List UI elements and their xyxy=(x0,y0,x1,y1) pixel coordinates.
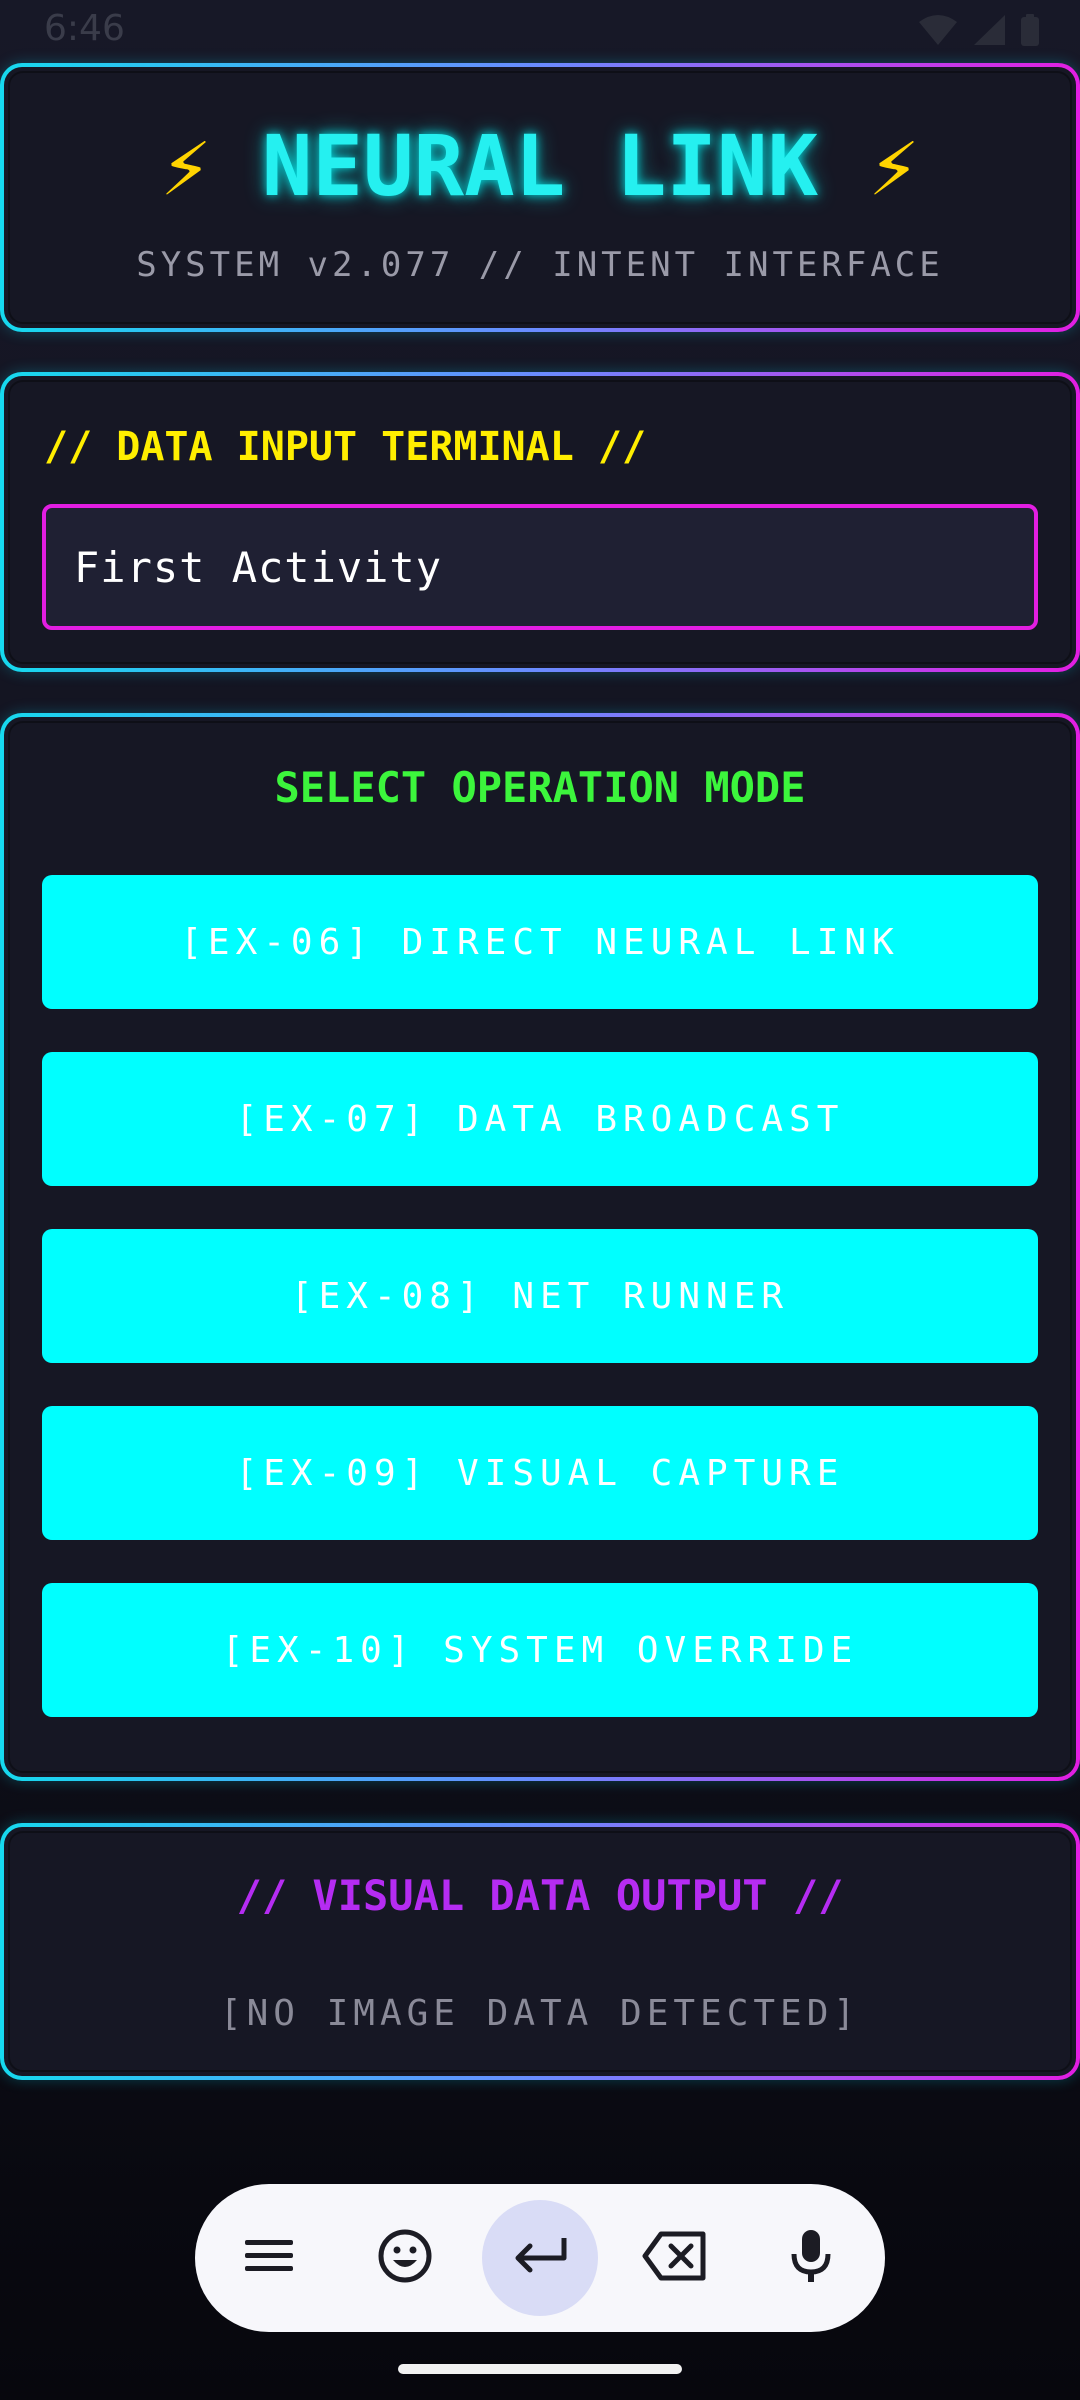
keyboard-toolbar xyxy=(195,2184,885,2332)
operation-mode-heading: SELECT OPERATION MODE xyxy=(274,763,806,812)
app-subtitle: SYSTEM v2.077 // INTENT INTERFACE xyxy=(136,245,944,285)
net-runner-button[interactable]: [EX-08] NET RUNNER xyxy=(42,1229,1038,1363)
signal-icon xyxy=(972,14,1006,50)
microphone-key[interactable] xyxy=(753,2200,869,2316)
input-heading: // DATA INPUT TERMINAL // xyxy=(44,424,647,470)
terminal-input-field[interactable] xyxy=(42,504,1038,630)
enter-key[interactable] xyxy=(482,2200,598,2316)
status-time: 6:46 xyxy=(44,8,125,49)
direct-neural-link-button[interactable]: [EX-06] DIRECT NEURAL LINK xyxy=(42,875,1038,1009)
visual-capture-button[interactable]: [EX-09] VISUAL CAPTURE xyxy=(42,1406,1038,1540)
home-indicator[interactable] xyxy=(398,2364,682,2374)
status-bar: 6:46 xyxy=(0,0,1080,60)
menu-icon xyxy=(243,2236,295,2280)
system-override-button[interactable]: [EX-10] SYSTEM OVERRIDE xyxy=(42,1583,1038,1717)
app-title: ⚡ NEURAL LINK ⚡ xyxy=(4,117,1076,215)
lightning-bolt-icon: ⚡ xyxy=(868,117,920,215)
header-panel: ⚡ NEURAL LINK ⚡ SYSTEM v2.077 // INTENT … xyxy=(0,63,1080,332)
emoji-key[interactable] xyxy=(347,2200,463,2316)
visual-output-heading: // VISUAL DATA OUTPUT // xyxy=(236,1871,844,1920)
menu-key[interactable] xyxy=(211,2200,327,2316)
status-icons xyxy=(918,14,1040,50)
battery-icon xyxy=(1020,14,1040,50)
data-broadcast-button[interactable]: [EX-07] DATA BROADCAST xyxy=(42,1052,1038,1186)
wifi-icon xyxy=(918,14,958,50)
operation-mode-panel-inner: SELECT OPERATION MODE [EX-06] DIRECT NEU… xyxy=(4,717,1076,1777)
backspace-icon xyxy=(641,2230,709,2286)
enter-icon xyxy=(510,2234,570,2282)
lightning-bolt-icon: ⚡ xyxy=(160,117,212,215)
mic-icon xyxy=(789,2228,833,2288)
operation-mode-buttons: [EX-06] DIRECT NEURAL LINK [EX-07] DATA … xyxy=(42,875,1038,1760)
image-placeholder-text: [NO IMAGE DATA DETECTED] xyxy=(219,1993,861,2034)
visual-output-panel: // VISUAL DATA OUTPUT // [NO IMAGE DATA … xyxy=(0,1823,1080,2080)
input-panel-inner: // DATA INPUT TERMINAL // xyxy=(4,376,1076,668)
app-title-text: NEURAL LINK xyxy=(261,117,819,215)
header-panel-inner: ⚡ NEURAL LINK ⚡ SYSTEM v2.077 // INTENT … xyxy=(4,67,1076,328)
visual-output-panel-inner: // VISUAL DATA OUTPUT // [NO IMAGE DATA … xyxy=(4,1827,1076,2076)
input-panel: // DATA INPUT TERMINAL // xyxy=(0,372,1080,672)
backspace-key[interactable] xyxy=(617,2200,733,2316)
operation-mode-panel: SELECT OPERATION MODE [EX-06] DIRECT NEU… xyxy=(0,713,1080,1781)
emoji-icon xyxy=(377,2228,433,2288)
